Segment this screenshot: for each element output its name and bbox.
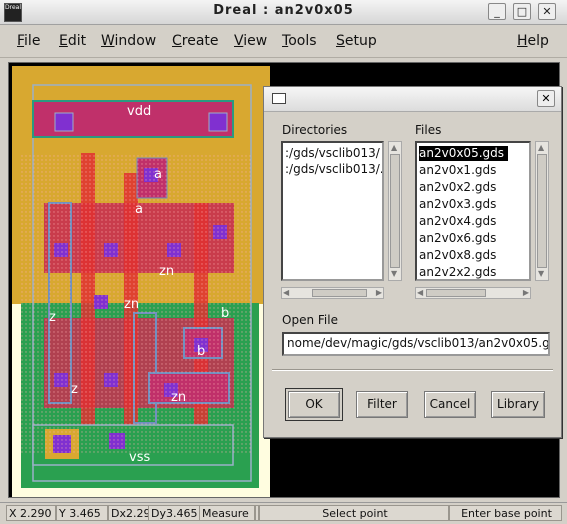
status-dy: Dy3.465 [148,505,200,521]
menu-file-label: ile [24,33,41,49]
dialog-title-bar: ✕ [264,87,561,112]
directories-hscroll[interactable]: ◀ ▶ [281,287,384,299]
menu-help[interactable]: Help [517,33,549,49]
scroll-down-icon[interactable]: ▼ [391,269,397,279]
scroll-right-icon[interactable]: ▶ [376,288,382,298]
scroll-up-icon[interactable]: ▲ [391,143,397,153]
menu-edit-label: dit [67,33,87,49]
window-title: Dreal : an2v0x05 [213,3,354,18]
file-item[interactable]: an2v0x2.gds [419,180,496,195]
open-file-input[interactable]: nome/dev/magic/gds/vsclib013/an2v0x05.gd… [282,332,550,356]
directories-list[interactable]: :/gds/vsclib013/ :/gds/vsclib013/.. [281,141,384,281]
menu-setup-mnemonic: S [336,33,345,49]
directories-vscroll-thumb[interactable] [390,154,400,268]
menu-window[interactable]: Window [101,33,156,49]
menu-help-mnemonic: H [517,33,528,49]
label-a-1: a [154,167,162,182]
menu-edit[interactable]: Edit [59,33,86,49]
menu-create-mnemonic: C [172,33,182,49]
status-mode: Measure [199,505,255,521]
maximize-button[interactable]: □ [513,3,531,20]
file-item[interactable]: an2v0x1.gds [419,163,496,178]
directories-vscroll[interactable]: ▲ ▼ [388,141,402,281]
directories-hscroll-thumb[interactable] [312,289,367,297]
label-b-1: b [221,306,229,321]
status-bar: X 2.290 Y 3.465 Dx2.290 Dy3.465 Measure … [0,502,567,524]
menu-setup[interactable]: Setup [336,33,377,49]
files-vscroll[interactable]: ▲ ▼ [535,141,549,281]
menu-help-label: elp [527,33,549,49]
files-label: Files [415,123,442,137]
menu-tools[interactable]: Tools [282,33,317,49]
menu-edit-mnemonic: E [59,33,68,49]
label-zn-3: zn [171,390,186,405]
files-hscroll[interactable]: ◀ ▶ [415,287,531,299]
menu-view-mnemonic: V [234,33,244,49]
menu-view-label: iew [243,33,268,49]
menu-file[interactable]: File [17,33,40,49]
menu-create-label: reate [181,33,219,49]
menu-window-label: indow [114,33,157,49]
label-a-2: a [135,202,143,217]
dialog-window-icon [272,93,286,104]
minimize-button[interactable]: _ [488,3,506,20]
file-item[interactable]: an2v0x4.gds [419,214,496,229]
file-item[interactable]: an2v0x3.gds [419,197,496,212]
label-zn-2: zn [124,297,139,312]
file-item[interactable]: an2v2x2.gds [419,265,496,279]
label-zn-1: zn [159,264,174,279]
menu-tools-label: ools [288,33,317,49]
vdd-contact-left [54,112,74,132]
file-item-selected[interactable]: an2v0x05.gds [419,146,509,161]
file-item[interactable]: an2v0x8.gds [419,248,496,263]
label-b-2: b [197,344,205,359]
title-bar: Dreal Dreal : an2v0x05 _ □ ✕ [0,0,567,25]
menu-file-mnemonic: F [17,33,25,49]
directories-label: Directories [282,123,348,137]
status-hint-right: Enter base point [449,505,562,521]
files-list[interactable]: an2v0x05.gds an2v0x1.gds an2v0x2.gds an2… [415,141,531,281]
scroll-left-icon[interactable]: ◀ [417,288,423,298]
open-file-label: Open File [282,313,338,327]
close-button[interactable]: ✕ [538,3,556,20]
label-vdd: vdd [127,104,151,119]
scroll-up-icon[interactable]: ▲ [538,143,544,153]
dialog-separator [272,369,553,371]
file-item[interactable]: an2v0x6.gds [419,231,496,246]
dialog-close-button[interactable]: ✕ [537,90,555,107]
scroll-left-icon[interactable]: ◀ [283,288,289,298]
files-vscroll-thumb[interactable] [537,154,547,268]
menu-view[interactable]: View [234,33,267,49]
scroll-down-icon[interactable]: ▼ [538,269,544,279]
menu-setup-label: etup [344,33,377,49]
scroll-right-icon[interactable]: ▶ [523,288,529,298]
files-hscroll-thumb[interactable] [426,289,486,297]
cancel-button[interactable]: Cancel [424,391,476,418]
label-z-2: z [71,382,78,397]
status-x: X 2.290 [6,505,56,521]
status-y: Y 3.465 [56,505,108,521]
menu-window-mnemonic: W [101,33,115,49]
library-button[interactable]: Library [491,391,545,418]
ok-button[interactable]: OK [285,388,343,421]
directory-item[interactable]: :/gds/vsclib013/ [285,146,380,161]
menu-create[interactable]: Create [172,33,219,49]
label-vss: vss [129,450,150,465]
filter-button[interactable]: Filter [356,391,408,418]
menu-bar: File Edit Window Create View Tools Setup… [0,25,567,58]
open-file-dialog: ✕ Directories Files :/gds/vsclib013/ :/g… [263,86,562,438]
directory-item[interactable]: :/gds/vsclib013/.. [285,162,382,177]
vdd-contact-right [208,112,228,132]
label-z-1: z [49,310,56,325]
status-hint-left: Select point [259,505,449,521]
